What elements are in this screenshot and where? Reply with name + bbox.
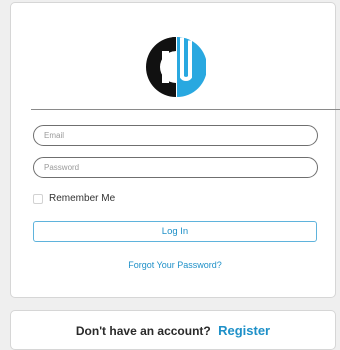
cu-logo-icon (146, 37, 206, 97)
remember-label: Remember Me (49, 193, 116, 204)
register-line: Don't have an account? Register (11, 323, 335, 338)
forgot-password-link[interactable]: Forgot Your Password? (33, 260, 317, 270)
remember-checkbox[interactable] (33, 193, 43, 204)
password-input[interactable] (33, 157, 318, 178)
email-input[interactable] (33, 125, 318, 146)
login-button[interactable]: Log In (33, 221, 317, 242)
login-card (10, 2, 340, 298)
divider (31, 109, 340, 110)
register-prompt: Don't have an account? (75, 324, 211, 338)
remember-me[interactable]: Remember Me (33, 193, 115, 204)
register-link[interactable]: Register (218, 323, 270, 338)
register-card: Don't have an account? Register (10, 310, 336, 350)
